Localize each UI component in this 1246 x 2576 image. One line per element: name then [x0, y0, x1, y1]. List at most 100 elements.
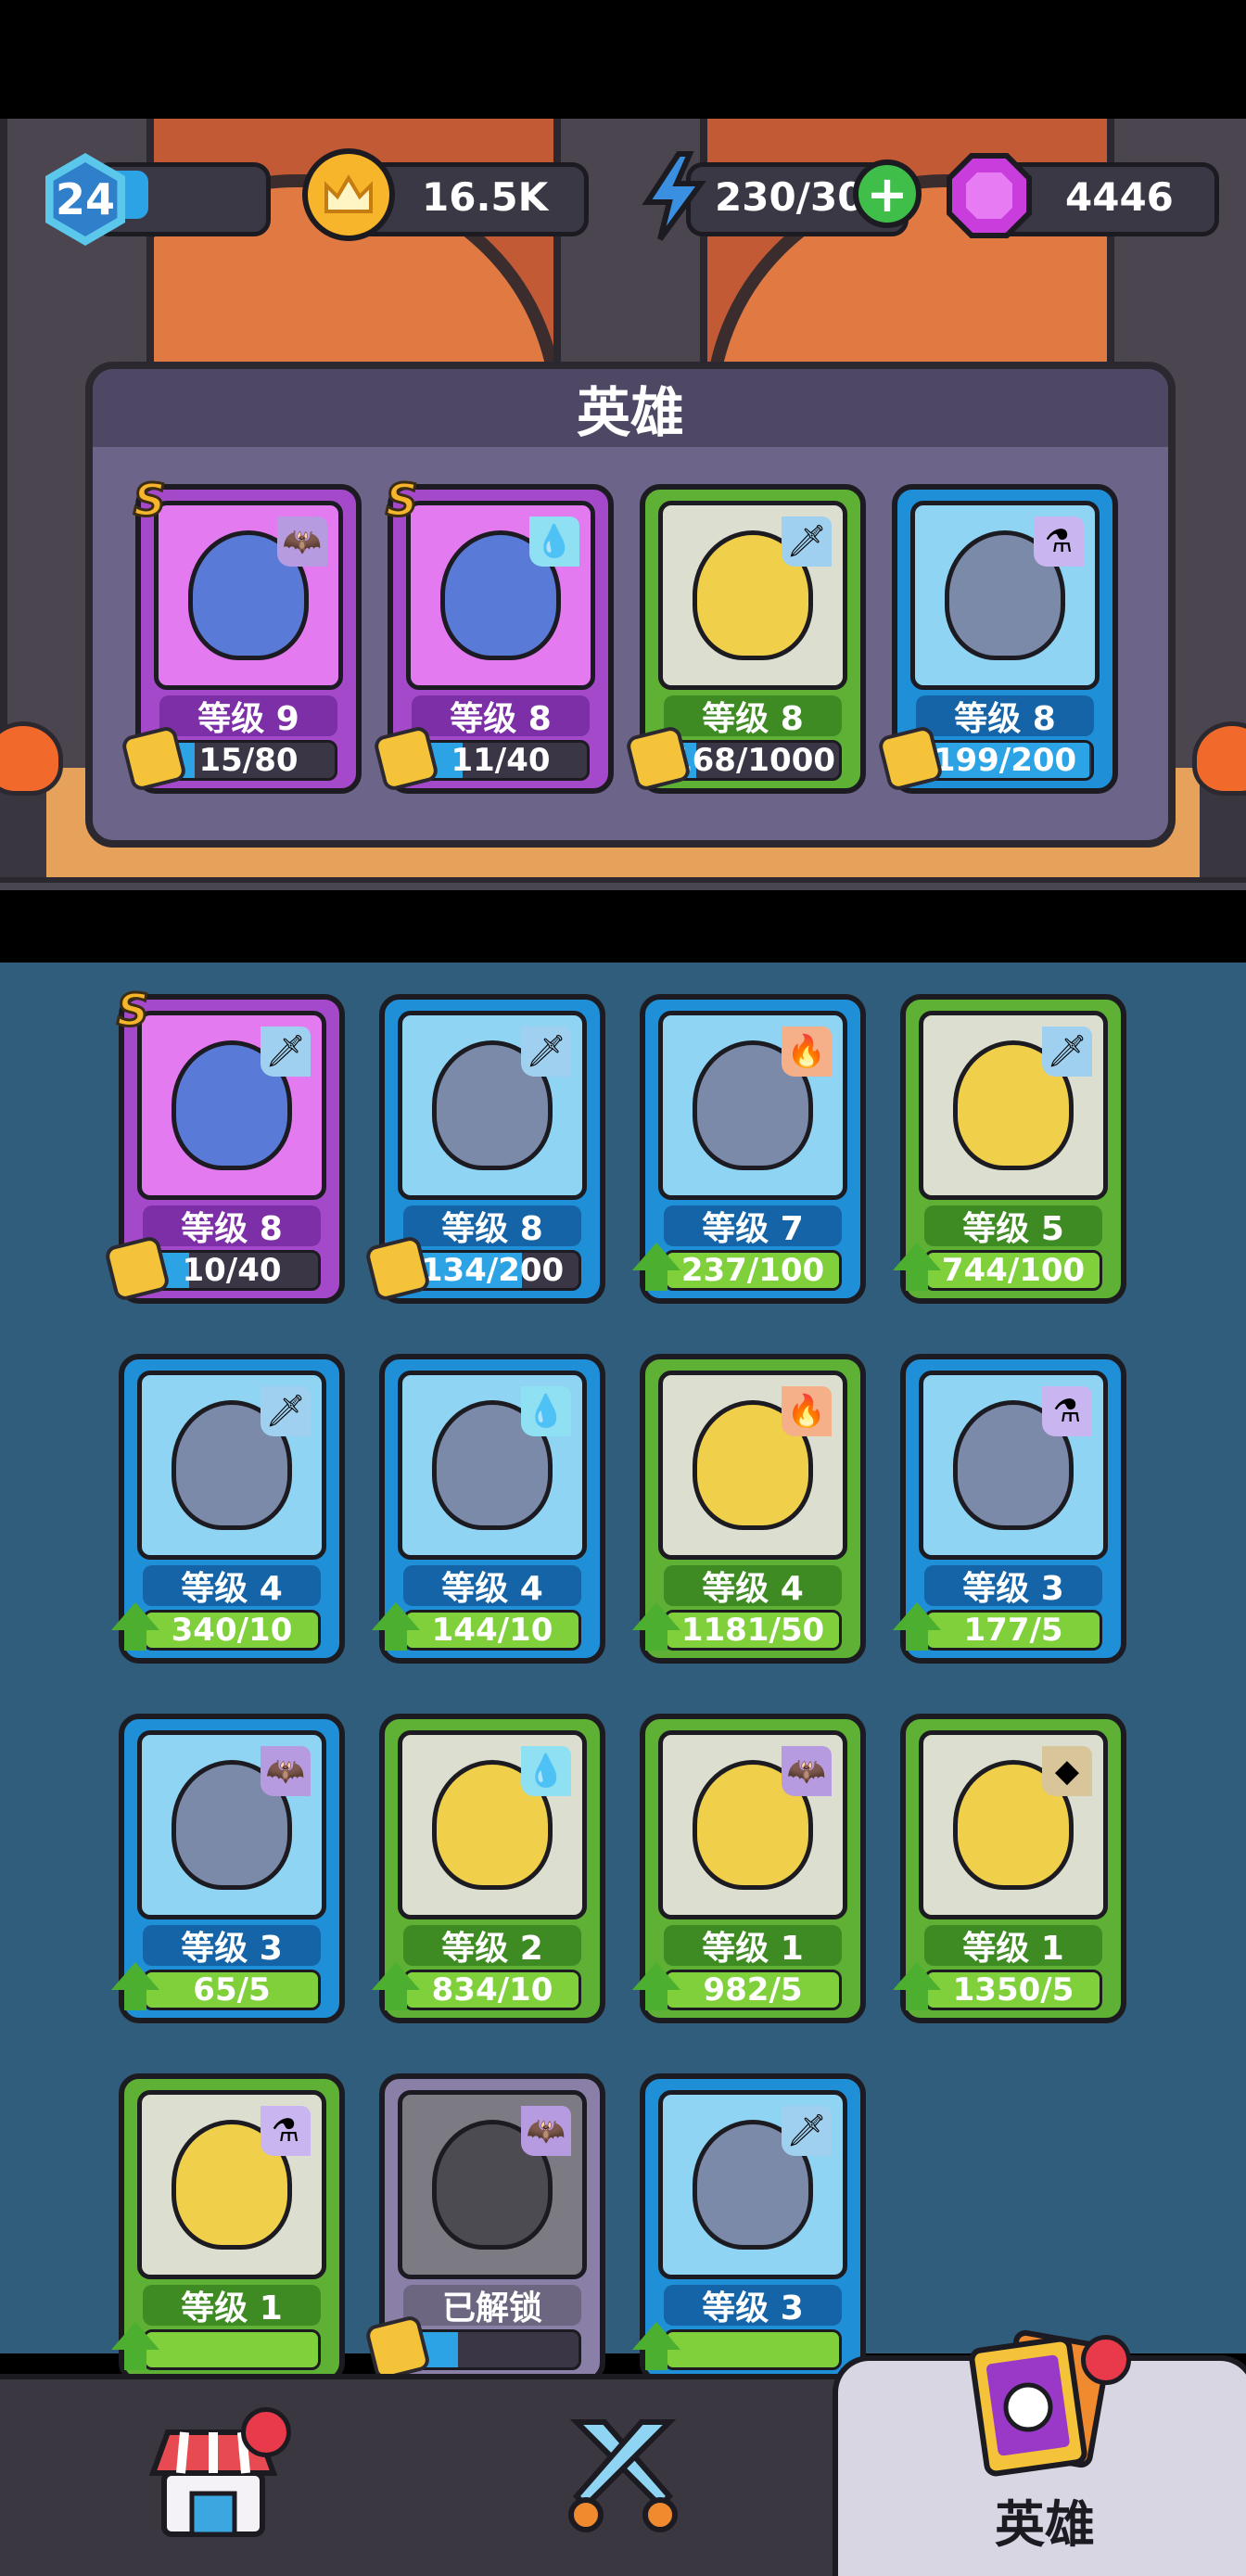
sword-icon: 🗡: [782, 2106, 832, 2156]
hero-portrait: 🔥: [658, 1371, 847, 1560]
hero-portrait: 🗡: [658, 501, 847, 690]
shop-notification-dot: [241, 2407, 291, 2457]
hero-level: 等级 4: [143, 1565, 321, 1608]
hero-progress-text: 744/100: [941, 1252, 1086, 1289]
energy-value: 230/30: [715, 174, 865, 220]
hero-portrait: 🗡: [658, 2090, 847, 2279]
add-energy-button[interactable]: +: [853, 159, 922, 228]
upgrade-arrow-icon: [632, 1962, 680, 2010]
hero-progress-text: [146, 2332, 318, 2367]
hero-card[interactable]: 🗡 等级 5 744/100: [893, 994, 1126, 1304]
hero-level: 等级 3: [924, 1565, 1102, 1608]
hero-level: 等级 2: [403, 1925, 581, 1968]
upgrade-arrow-icon: [372, 1602, 420, 1651]
heroes-tab-label: 英雄: [995, 2495, 1095, 2554]
hero-level: 等级 7: [664, 1205, 842, 1248]
hero-progress-bar: 11/40: [412, 740, 590, 781]
hero-card[interactable]: 🦇 等级 1 982/5: [632, 1714, 866, 2023]
hero-card[interactable]: ⚗ 等级 8 199/200: [876, 484, 1118, 794]
hero-card[interactable]: 💧 S 等级 8 11/40: [372, 474, 614, 794]
team-panel: 英雄 🦇 S 等级 9 15/80 💧 S 等级 8 11/40 🗡 等级 8 168/1000 ⚗ 等…: [85, 362, 1176, 848]
hero-card[interactable]: ⚗ 等级 1: [111, 2073, 345, 2383]
hero-progress-bar: 168/1000: [664, 740, 842, 781]
upgrade-arrow-icon: [632, 1602, 680, 1651]
hero-card[interactable]: 💧 等级 4 144/10: [372, 1354, 605, 1664]
gems-value: 4446: [1065, 174, 1174, 220]
upgrade-arrow-icon: [111, 1602, 159, 1651]
hero-progress-bar: 15/80: [159, 740, 337, 781]
hero-card[interactable]: 🦇 S 等级 9 15/80: [120, 474, 362, 794]
water-drop-icon: 💧: [521, 1386, 571, 1436]
coins-value: 16.5K: [422, 174, 549, 220]
hero-card[interactable]: 🗡 S 等级 8 10/40: [103, 984, 345, 1304]
hero-progress-text: [667, 2332, 839, 2367]
hero-progress-bar: 1350/5: [924, 1970, 1102, 2010]
hero-level: 等级 1: [664, 1925, 842, 1968]
hero-card[interactable]: 🗡 等级 8 168/1000: [624, 484, 866, 794]
lightning-bolt-icon: [638, 150, 710, 243]
hero-card[interactable]: ◆ 等级 1 1350/5: [893, 1714, 1126, 2023]
plus-icon: +: [866, 164, 909, 223]
sword-icon: 🗡: [261, 1027, 311, 1077]
bat-icon: 🦇: [261, 1746, 311, 1796]
hero-progress-bar: 834/10: [403, 1970, 581, 2010]
bat-icon: 🦇: [521, 2106, 571, 2156]
hero-progress-text: 199/200: [933, 742, 1077, 779]
hero-level: 等级 4: [664, 1565, 842, 1608]
hero-progress-text: 65/5: [193, 1971, 271, 2009]
hero-level: 等级 8: [143, 1205, 321, 1248]
hero-portrait: 💧: [398, 1730, 587, 1919]
sword-icon: 🗡: [261, 1386, 311, 1436]
upgrade-arrow-icon: [632, 1243, 680, 1291]
hero-card[interactable]: 🗡 等级 8 134/200: [363, 994, 605, 1304]
hero-card[interactable]: 🦇 等级 3 65/5: [111, 1714, 345, 2023]
fire-icon: 🔥: [782, 1386, 832, 1436]
hero-card[interactable]: 🦇 已解锁: [363, 2073, 605, 2383]
hero-progress-text: 168/1000: [669, 742, 836, 779]
potion-icon: ⚗: [1034, 516, 1084, 567]
hero-card[interactable]: 💧 等级 2 834/10: [372, 1714, 605, 2023]
water-drop-icon: 💧: [529, 516, 579, 567]
shop-tab[interactable]: [121, 2379, 306, 2576]
team-panel-title: 英雄: [93, 369, 1168, 447]
upgrade-arrow-icon: [111, 2322, 159, 2370]
heroes-tab[interactable]: 英雄: [833, 2329, 1246, 2576]
hero-progress-text: 11/40: [451, 742, 551, 779]
potion-icon: ⚗: [1042, 1386, 1092, 1436]
potion-icon: ⚗: [261, 2106, 311, 2156]
bat-icon: 🦇: [277, 516, 327, 567]
hero-card[interactable]: 🗡 等级 4 340/10: [111, 1354, 345, 1664]
hero-portrait: ⚗: [137, 2090, 326, 2279]
player-level: 24: [53, 162, 118, 236]
hero-progress-bar: 744/100: [924, 1250, 1102, 1291]
upgrade-arrow-icon: [893, 1962, 941, 2010]
crown-coin-icon: [302, 148, 395, 241]
hero-portrait: 💧: [406, 501, 595, 690]
hero-portrait: 🦇: [137, 1730, 326, 1919]
hero-level: 已解锁: [403, 2285, 581, 2327]
hero-card[interactable]: ⚗ 等级 3 177/5: [893, 1354, 1126, 1664]
hero-progress-bar: 144/10: [403, 1610, 581, 1651]
battle-tab[interactable]: [530, 2379, 716, 2576]
sword-icon: 🗡: [521, 1027, 571, 1077]
status-bar: [0, 0, 1246, 119]
hero-card[interactable]: 🔥 等级 4 1181/50: [632, 1354, 866, 1664]
upgrade-arrow-icon: [632, 2322, 680, 2370]
hero-progress-text: 134/200: [420, 1252, 565, 1289]
hero-progress-bar: 237/100: [664, 1250, 842, 1291]
rarity-badge: S: [116, 984, 151, 1039]
hero-card[interactable]: 🗡 等级 3: [632, 2073, 866, 2383]
resource-bar: 24 16.5K 230/30 + 4446: [0, 148, 1246, 246]
upgrade-arrow-icon: [111, 1962, 159, 2010]
hero-level: 等级 5: [924, 1205, 1102, 1248]
sword-icon: 🗡: [1042, 1027, 1092, 1077]
sword-icon: 🗡: [782, 516, 832, 567]
hero-collection: 🗡 S 等级 8 10/40 🗡 等级 8 134/200 🔥 等级 7 237/100 🗡 等级 5…: [0, 963, 1246, 2383]
hero-level: 等级 8: [916, 695, 1094, 738]
hero-portrait: 🗡: [137, 1371, 326, 1560]
rarity-badge: S: [133, 474, 168, 529]
hero-card[interactable]: 🔥 等级 7 237/100: [632, 994, 866, 1304]
hero-progress-text: 834/10: [431, 1971, 553, 2009]
crossed-swords-icon: [568, 2419, 678, 2532]
hero-portrait: ◆: [919, 1730, 1108, 1919]
